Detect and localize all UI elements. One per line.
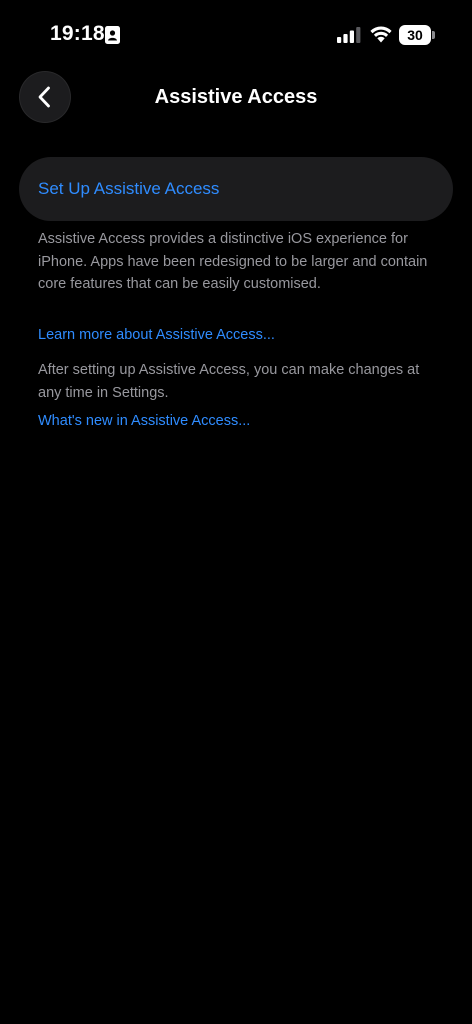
battery-level: 30 <box>399 25 431 45</box>
page-title: Assistive Access <box>154 86 318 108</box>
wifi-icon <box>369 25 393 43</box>
setup-assistive-access-button[interactable]: Set Up Assistive Access <box>19 157 453 221</box>
status-bar: 19:18 30 <box>0 0 472 70</box>
whats-new-link[interactable]: What's new in Assistive Access... <box>38 413 250 429</box>
id-card-icon <box>105 26 120 44</box>
description-text: Assistive Access provides a distinctive … <box>38 231 428 292</box>
setup-assistive-access-label: Set Up Assistive Access <box>38 179 220 198</box>
signal-icon <box>337 27 361 43</box>
learn-more-link[interactable]: Learn more about Assistive Access... <box>38 327 275 343</box>
after-setup-text: After setting up Assistive Access, you c… <box>38 362 420 401</box>
battery-cap <box>432 31 435 39</box>
status-time: 19:18 <box>50 22 105 45</box>
battery-icon: 30 <box>399 25 435 45</box>
